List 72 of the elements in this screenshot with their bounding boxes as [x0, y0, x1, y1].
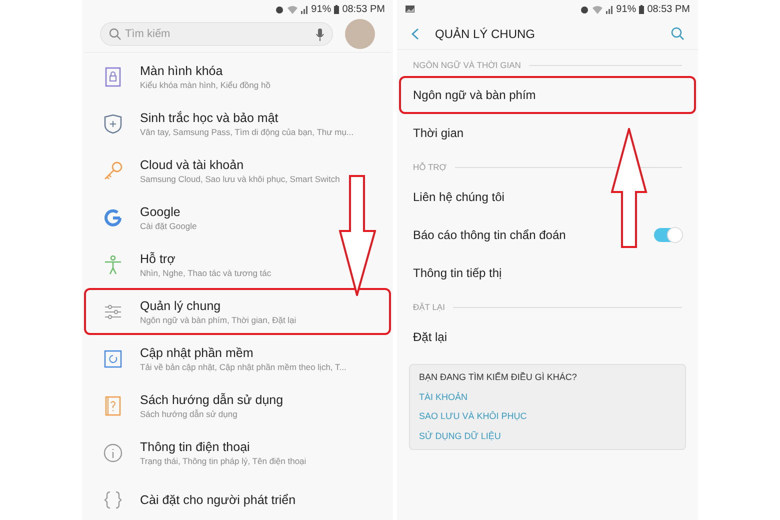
item-label: Đặt lại [413, 329, 448, 346]
item-label: Thời gian [413, 125, 465, 142]
item-title: Sách hướng dẫn sử dụng [140, 392, 284, 408]
item-label: Thông tin tiếp thị [413, 265, 503, 282]
item-title: Cài đặt cho người phát triển [140, 492, 297, 508]
signal-icon [301, 4, 308, 14]
battery-percentage: 91% [311, 2, 332, 16]
settings-item[interactable]: Đặt lại [399, 318, 696, 356]
search-field[interactable]: Tìm kiếm [100, 22, 333, 46]
item-title: Sinh trắc học và bảo mật [140, 110, 280, 126]
battery-icon [639, 4, 644, 14]
item-title: Màn hình khóa [140, 62, 224, 78]
item-subtitle: Trạng thái, Thông tin pháp lý, Tên điện thoại [140, 454, 308, 466]
item-title: Google [140, 204, 182, 220]
settings-item[interactable]: Báo cáo thông tin chẩn đoán [399, 216, 696, 254]
settings-item[interactable]: Google Cài đặt Google [84, 194, 391, 241]
wifi-icon [592, 4, 604, 14]
section-header: HỖ TRỢ [413, 160, 447, 174]
settings-item[interactable]: Thông tin điện thoại Trạng thái, Thông tin pháp lý, Tên điện thoại [84, 429, 391, 476]
key-icon [102, 160, 124, 182]
search-input[interactable]: Tìm kiếm [125, 26, 312, 42]
item-subtitle: Vân tay, Samsung Pass, Tìm di động của bạn, Thư mụ... [140, 126, 355, 138]
item-label: Liên hệ chúng tôi [413, 189, 506, 206]
avatar[interactable] [345, 19, 375, 49]
settings-item[interactable]: Màn hình khóa Kiểu khóa màn hình, Kiểu đồng hồ [84, 53, 391, 100]
item-subtitle: Kiểu khóa màn hình, Kiểu đồng hồ [140, 78, 272, 90]
image-icon [405, 5, 415, 13]
section-header: NGÔN NGỮ VÀ THỜI GIAN [413, 58, 521, 72]
google-icon [102, 206, 124, 228]
braces-icon [102, 488, 124, 510]
item-title: Cloud và tài khoản [140, 156, 245, 172]
wifi-icon [287, 4, 298, 14]
update-icon [102, 348, 124, 370]
info-icon [102, 442, 124, 464]
settings-item[interactable]: Sách hướng dẫn sử dụng Sách hướng dẫn sử dụng [84, 382, 391, 429]
item-subtitle: Cài đặt Google [140, 220, 198, 232]
item-title: Thông tin điện thoại [140, 438, 251, 454]
item-title: Cập nhật phần mềm [140, 344, 254, 360]
settings-item[interactable]: Cloud và tài khoản Samsung Cloud, Sao lưu và khôi phục, Smart Switch [84, 147, 391, 194]
item-subtitle: Samsung Cloud, Sao lưu và khôi phục, Smart Switch [140, 172, 341, 184]
item-label: Báo cáo thông tin chẩn đoán [413, 227, 567, 244]
back-icon [411, 28, 419, 40]
settings-item[interactable]: Hỗ trợ Nhìn, Nghe, Thao tác và tương tác [84, 241, 391, 288]
status-time: 08:53 PM [647, 2, 690, 16]
microphone-icon [316, 28, 324, 40]
settings-item[interactable]: Cập nhật phần mềm Tải về bản cập nhật, Cập nhật phần mềm theo lịch, T... [84, 335, 391, 382]
status-time: 08:53 PM [342, 2, 385, 16]
accessibility-icon [102, 254, 124, 276]
section-header: ĐẶT LẠI [413, 300, 445, 314]
search-icon [109, 28, 121, 40]
battery-icon [334, 4, 340, 14]
item-subtitle: Sách hướng dẫn sử dụng [140, 408, 238, 420]
settings-item[interactable]: Quản lý chung Ngôn ngữ và bàn phím, Thời gian, Đặt lại [84, 288, 391, 335]
item-title: Quản lý chung [140, 298, 222, 314]
item-subtitle: Nhìn, Nghe, Thao tác và tương tác [140, 266, 272, 278]
screen-title: QUẢN LÝ CHUNG [435, 26, 536, 42]
settings-item[interactable]: Sinh trắc học và bảo mật Vân tay, Samsung Pass, Tìm di động của bạn, Thư mụ... [84, 100, 391, 147]
settings-item[interactable]: Thời gian [399, 114, 696, 152]
battery-percentage: 91% [616, 2, 636, 16]
shield-icon [102, 112, 124, 134]
signal-icon [606, 4, 614, 14]
search-icon [671, 27, 684, 40]
settings-item[interactable]: Ngôn ngữ và bàn phím [399, 76, 696, 114]
settings-item[interactable]: Liên hệ chúng tôi [399, 178, 696, 216]
item-subtitle: Ngôn ngữ và bàn phím, Thời gian, Đặt lại [140, 314, 298, 326]
settings-item[interactable]: Thông tin tiếp thị [399, 254, 696, 292]
toggle-switch[interactable] [654, 228, 682, 242]
item-title: Hỗ trợ [140, 250, 176, 266]
item-subtitle: Tải về bản cập nhật, Cập nhật phần mềm theo lịch, T... [140, 360, 348, 372]
card-title: BẠN ĐANG TÌM KIẾM ĐIỀU GÌ KHÁC? [419, 371, 578, 384]
settings-item[interactable]: Cài đặt cho người phát triển [84, 476, 391, 520]
item-label: Ngôn ngữ và bàn phím [413, 87, 537, 104]
